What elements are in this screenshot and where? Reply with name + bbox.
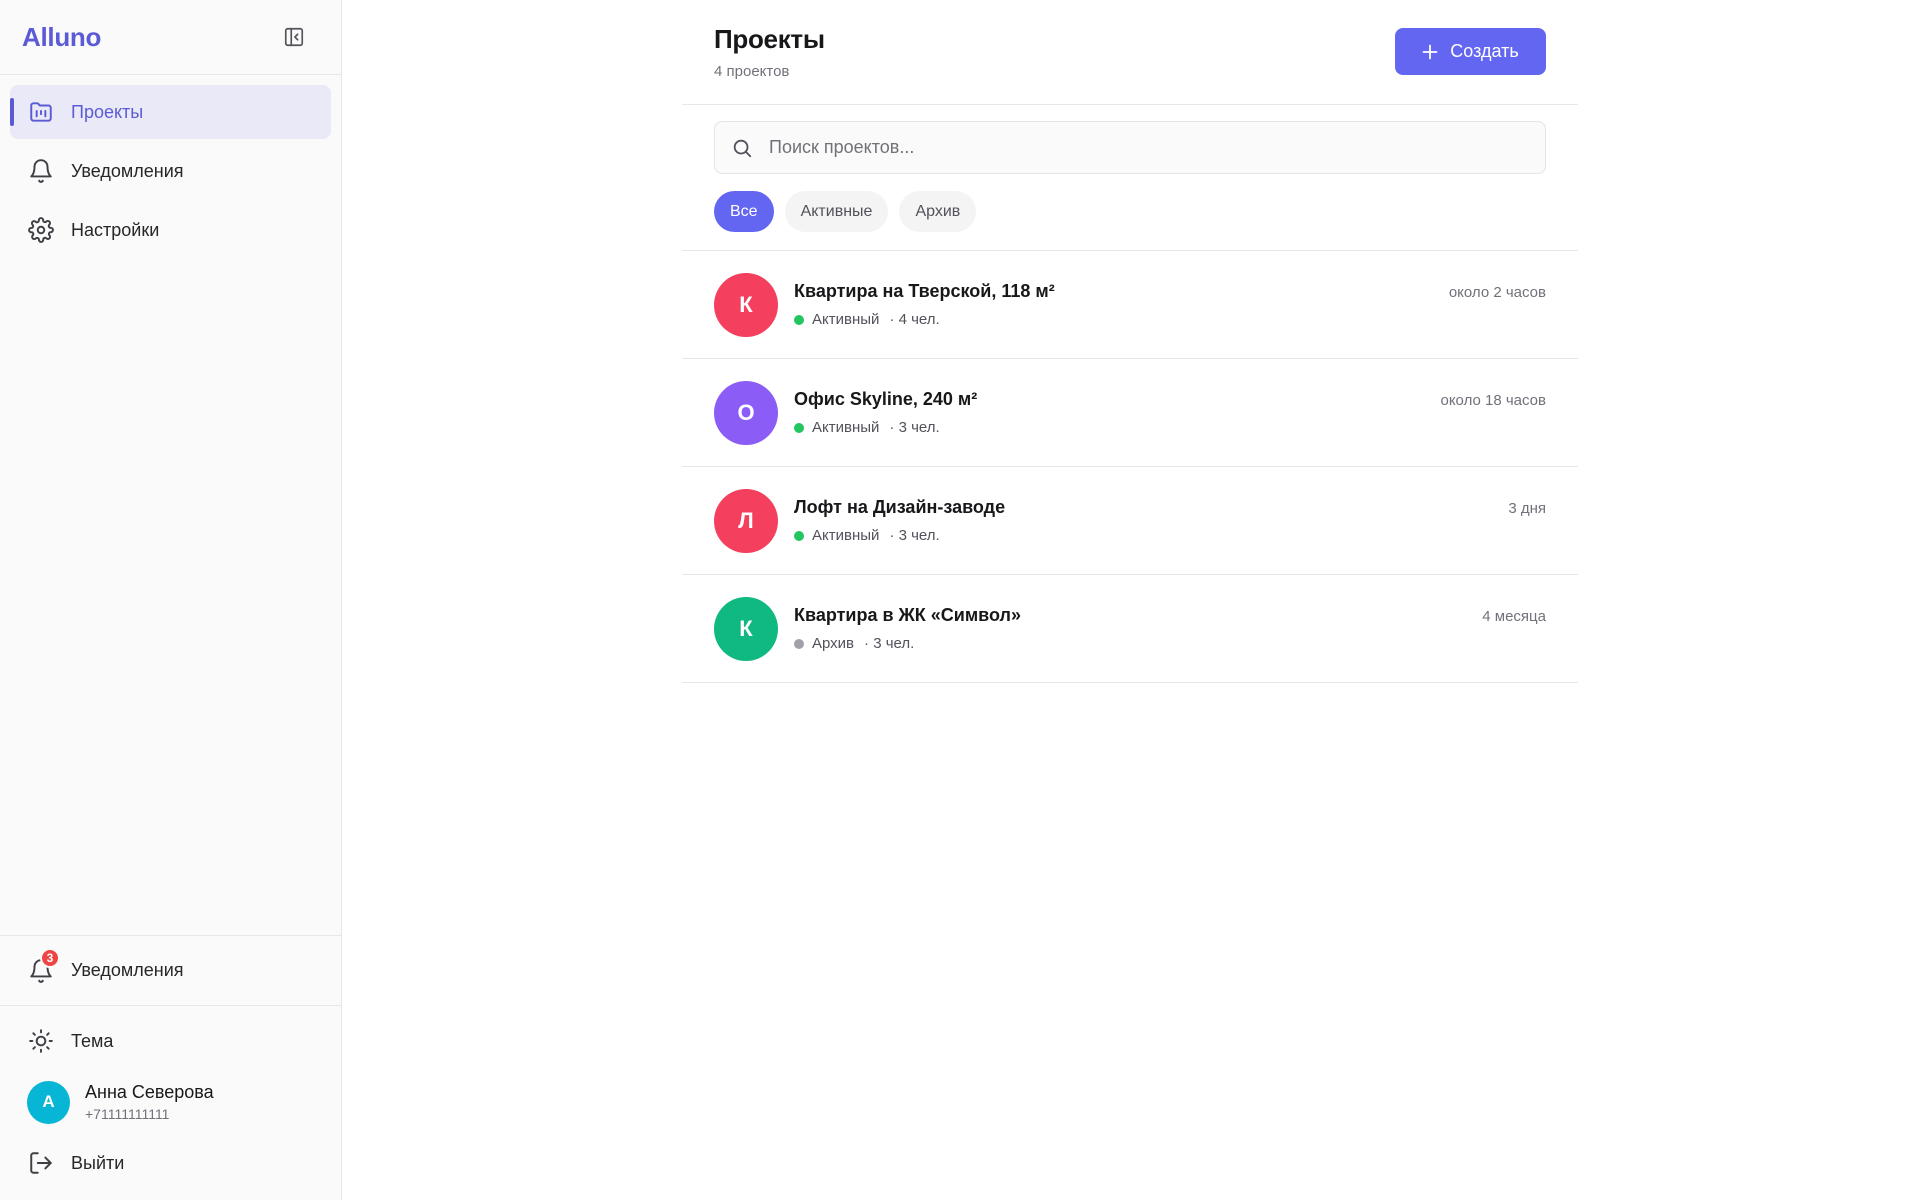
- filter-all[interactable]: Все: [714, 191, 774, 232]
- project-count: 4 проектов: [714, 63, 790, 80]
- create-button-label: Создать: [1450, 41, 1519, 61]
- search-icon: [731, 137, 753, 159]
- project-name: Квартира в ЖК «Символ»: [794, 605, 1022, 625]
- page-header: Проекты 4 проектов Создать: [682, 0, 1578, 105]
- project-name: Лофт на Дизайн-заводе: [794, 497, 1006, 517]
- project-updated-time: около 18 часов: [1440, 392, 1546, 409]
- user-profile[interactable]: А Анна Северова +71111111111: [0, 1068, 341, 1136]
- app-root: Alluno Проекты Уведомления Настройки 3 У…: [0, 0, 1920, 1200]
- sidebar-item-projects[interactable]: Проекты: [10, 85, 331, 139]
- status-label: Архив: [812, 635, 855, 652]
- user-phone: +71111111111: [85, 1106, 170, 1122]
- member-count: · 3 чел.: [889, 527, 940, 544]
- app-logo[interactable]: Alluno: [22, 22, 101, 53]
- avatar: А: [27, 1080, 70, 1124]
- project-row[interactable]: К Квартира на Тверской, 118 м² около 2 ч…: [682, 251, 1578, 359]
- project-avatar: Л: [714, 488, 778, 553]
- theme-toggle-button[interactable]: Тема: [0, 1014, 341, 1068]
- sidebar-item-label: Уведомления: [71, 160, 184, 181]
- status-dot: [794, 638, 804, 649]
- filter-active[interactable]: Активные: [784, 191, 889, 232]
- folder-icon: [28, 99, 54, 125]
- logout-label: Выйти: [71, 1152, 125, 1173]
- project-name: Квартира на Тверской, 118 м²: [794, 281, 1055, 301]
- sidebar-item-settings[interactable]: Настройки: [10, 203, 331, 257]
- project-list: К Квартира на Тверской, 118 м² около 2 ч…: [682, 251, 1578, 683]
- sidebar-footer: Тема А Анна Северова +71111111111 Выйти: [0, 1006, 341, 1200]
- sidebar: Alluno Проекты Уведомления Настройки 3 У…: [0, 0, 342, 1200]
- filter-archive[interactable]: Архив: [899, 191, 977, 232]
- status-label: Активный: [812, 311, 880, 328]
- gear-icon: [28, 217, 54, 243]
- main-content: Проекты 4 проектов Создать Поиск проекто…: [342, 0, 1920, 1200]
- create-project-button[interactable]: Создать: [1395, 28, 1546, 75]
- status-label: Активный: [812, 419, 880, 436]
- sidebar-item-notifications[interactable]: Уведомления: [10, 144, 331, 198]
- project-row[interactable]: К Квартира в ЖК «Символ» 4 месяца Архив …: [682, 575, 1578, 683]
- notification-count-badge: 3: [40, 947, 60, 968]
- project-updated-time: около 2 часов: [1448, 284, 1546, 301]
- member-count: · 4 чел.: [889, 311, 940, 328]
- status-dot: [794, 422, 804, 433]
- sidebar-item-label: Настройки: [71, 219, 160, 240]
- filter-tabs: Все Активные Архив: [682, 174, 1578, 251]
- project-row[interactable]: Л Лофт на Дизайн-заводе 3 дня Активный ·…: [682, 467, 1578, 575]
- user-name: Анна Северова: [85, 1082, 214, 1102]
- theme-label: Тема: [71, 1030, 114, 1051]
- logout-icon: [28, 1150, 54, 1176]
- project-updated-time: 4 месяца: [1482, 608, 1546, 625]
- plus-icon: [1422, 44, 1438, 60]
- project-avatar: О: [714, 380, 778, 445]
- project-row[interactable]: О Офис Skyline, 240 м² около 18 часов Ак…: [682, 359, 1578, 467]
- project-avatar: К: [714, 272, 778, 337]
- status-dot: [794, 530, 804, 541]
- member-count: · 3 чел.: [864, 635, 915, 652]
- member-count: · 3 чел.: [889, 419, 940, 436]
- bell-icon: 3: [28, 947, 60, 984]
- sun-icon: [28, 1028, 54, 1054]
- project-name: Офис Skyline, 240 м²: [794, 389, 978, 409]
- collapse-sidebar-icon[interactable]: [283, 26, 305, 48]
- bell-icon: [28, 158, 54, 184]
- project-avatar: К: [714, 596, 778, 661]
- logout-button[interactable]: Выйти: [0, 1136, 341, 1190]
- project-updated-time: 3 дня: [1508, 500, 1546, 517]
- status-label: Активный: [812, 527, 880, 544]
- sidebar-item-label: Проекты: [71, 101, 144, 122]
- sidebar-notifications-label: Уведомления: [71, 960, 184, 980]
- sidebar-header: Alluno: [0, 0, 341, 75]
- search-input[interactable]: [769, 137, 1545, 158]
- projects-panel: Проекты 4 проектов Создать Поиск проекто…: [682, 0, 1578, 683]
- sidebar-notifications-button[interactable]: 3 Уведомления: [0, 935, 341, 1006]
- sidebar-nav: Проекты Уведомления Настройки: [0, 75, 341, 272]
- page-title: Проекты: [714, 24, 825, 54]
- search-box: [714, 121, 1546, 174]
- status-dot: [794, 314, 804, 325]
